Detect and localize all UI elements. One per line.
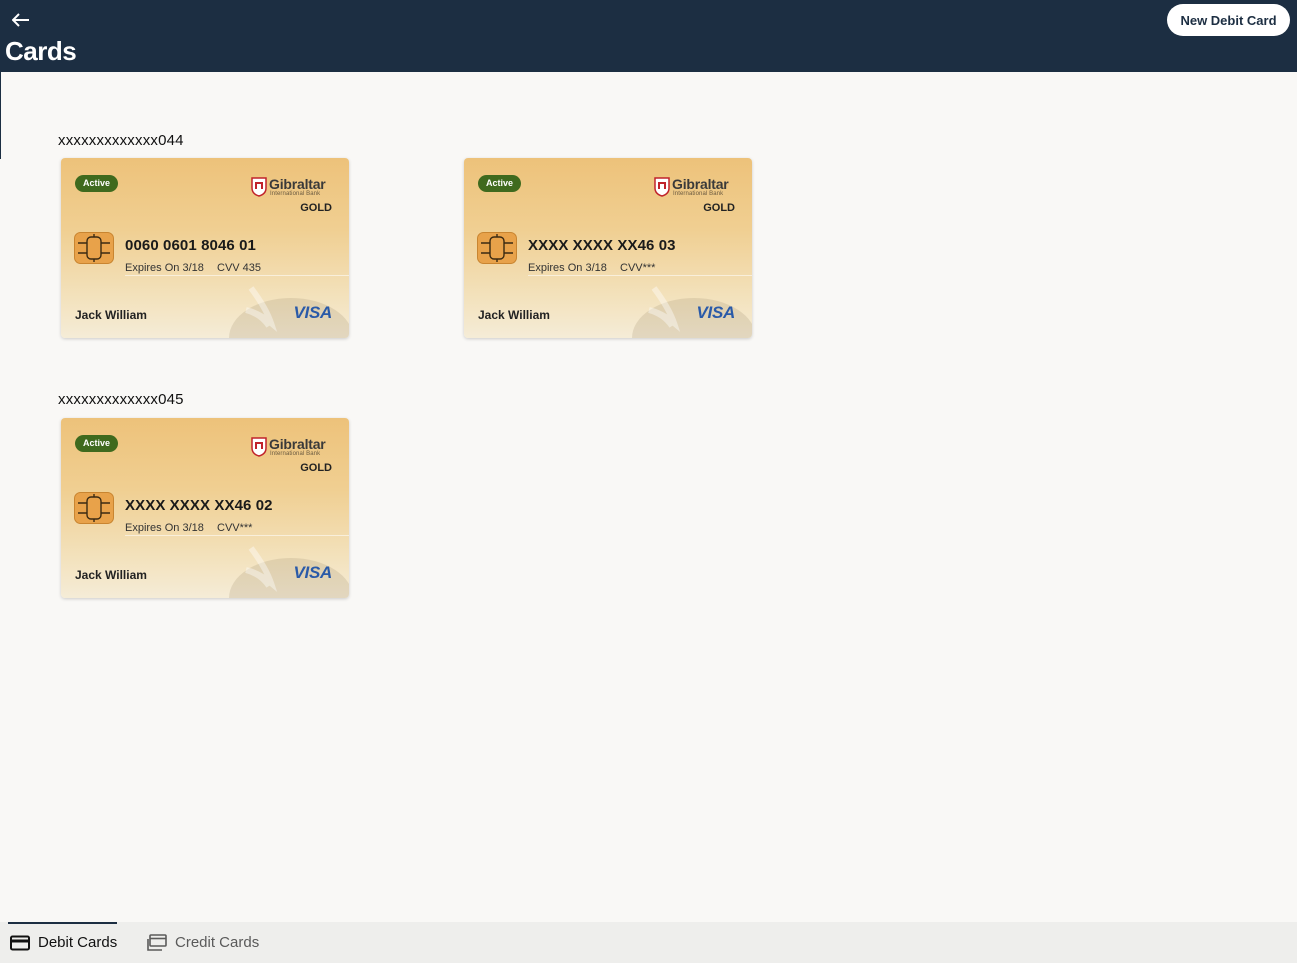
card-tier: GOLD (703, 202, 735, 214)
card-tier: GOLD (300, 462, 332, 474)
card-divider (125, 535, 349, 536)
tab-debit-cards[interactable]: Debit Cards (10, 922, 117, 963)
visa-logo: VISA (293, 303, 333, 322)
card-cvv: CVV 435 (217, 262, 262, 274)
tab-credit-cards[interactable]: Credit Cards (147, 922, 259, 963)
debit-card[interactable]: Active Gibraltar International Bank GOLD… (61, 158, 349, 338)
divider (0, 72, 1, 159)
bank-logo: Gibraltar International Bank (654, 176, 738, 200)
bank-crest-icon (251, 437, 267, 457)
account-number: xxxxxxxxxxxxx045 (58, 391, 184, 408)
status-badge: Active (75, 435, 119, 452)
card-cvv: CVV*** (620, 262, 656, 274)
card-expiry: Expires On 3/18 (528, 262, 607, 274)
tab-label: Debit Cards (38, 934, 118, 951)
bank-logo: Gibraltar International Bank (251, 436, 335, 460)
bank-name: Gibraltar (672, 176, 729, 192)
card-holder: Jack William (75, 568, 147, 582)
visa-logo: VISA (293, 563, 333, 582)
chip-icon (74, 492, 114, 524)
tab-label: Credit Cards (175, 934, 260, 951)
status-badge: Active (478, 175, 522, 192)
back-button[interactable] (9, 8, 33, 32)
app-header: Cards New Debit Card (0, 0, 1297, 72)
credit-card-outline-icon (147, 933, 167, 952)
bank-logo: Gibraltar International Bank (251, 176, 335, 200)
bank-subtitle: International Bank (270, 451, 321, 457)
card-number: XXXX XXXX XX46 03 (528, 237, 676, 254)
status-badge: Active (75, 175, 119, 192)
new-debit-card-button[interactable]: New Debit Card (1167, 4, 1290, 36)
card-divider (125, 275, 349, 276)
bank-name: Gibraltar (269, 176, 326, 192)
visa-logo: VISA (696, 303, 736, 322)
card-number: XXXX XXXX XX46 02 (125, 497, 273, 514)
arrow-left-icon (12, 13, 29, 27)
chip-icon (477, 232, 517, 264)
bottom-tab-bar: Debit Cards Credit Cards (0, 922, 1297, 963)
bank-crest-icon (654, 177, 670, 197)
bank-crest-icon (251, 177, 267, 197)
credit-card-icon (10, 935, 30, 951)
card-divider (528, 275, 752, 276)
debit-card[interactable]: Active Gibraltar International Bank GOLD… (61, 418, 349, 598)
bank-name: Gibraltar (269, 436, 326, 452)
bank-subtitle: International Bank (673, 191, 724, 197)
debit-card[interactable]: Active Gibraltar International Bank GOLD… (464, 158, 752, 338)
card-holder: Jack William (75, 308, 147, 322)
page-title: Cards (5, 36, 77, 66)
account-number: xxxxxxxxxxxxx044 (58, 132, 184, 149)
card-expiry: Expires On 3/18 (125, 522, 204, 534)
card-holder: Jack William (478, 308, 550, 322)
bank-subtitle: International Bank (270, 191, 321, 197)
card-tier: GOLD (300, 202, 332, 214)
card-cvv: CVV*** (217, 522, 253, 534)
chip-icon (74, 232, 114, 264)
card-number: 0060 0601 8046 01 (125, 237, 256, 254)
card-expiry: Expires On 3/18 (125, 262, 204, 274)
